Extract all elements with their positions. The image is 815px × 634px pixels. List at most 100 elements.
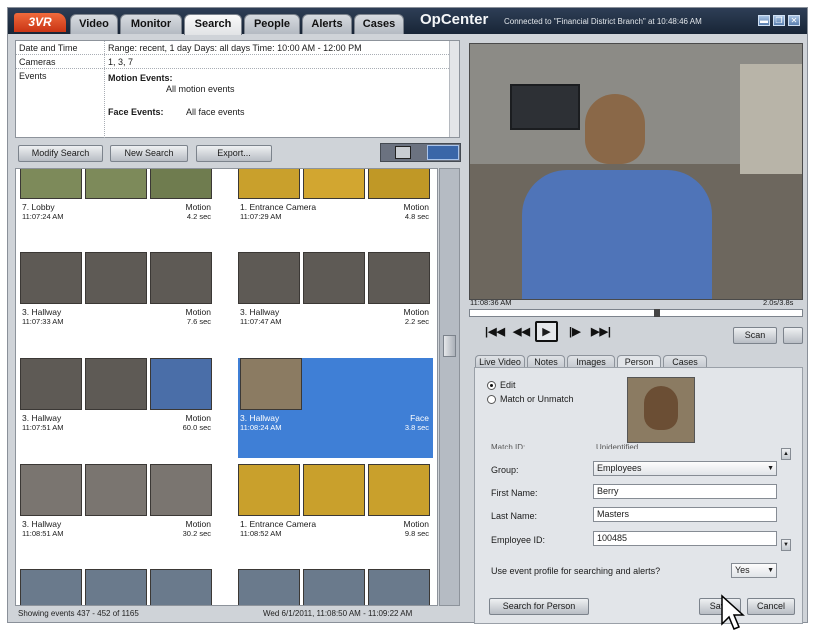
criteria-cameras-value: 1, 3, 7 <box>108 57 134 67</box>
thumbnail <box>150 169 212 199</box>
timeline-handle[interactable] <box>654 309 660 317</box>
match-radio-label: Match or Unmatch <box>500 394 574 404</box>
person-head <box>585 94 645 164</box>
tab-search[interactable]: Search <box>184 14 242 35</box>
results-count: Showing events 437 - 452 of 1165 <box>18 609 139 618</box>
tile-location: 3. Hallway <box>22 413 62 423</box>
result-tile[interactable]: 3. Hallway Motion 11:07:47 AM 2.2 sec <box>238 252 433 352</box>
close-icon[interactable]: ✕ <box>788 15 800 26</box>
tile-event-type: Motion <box>403 519 429 529</box>
tile-location: 7. Lobby <box>22 202 55 212</box>
person-face-image <box>627 377 695 443</box>
tile-location: 3. Hallway <box>240 307 280 317</box>
tile-time: 11:07:29 AM <box>240 212 282 221</box>
criteria-date-value: Range: recent, 1 day Days: all days Time… <box>108 43 362 53</box>
grid-view-icon[interactable] <box>427 145 459 160</box>
play-icon[interactable]: ▶ <box>535 321 558 342</box>
tile-duration: 60.0 sec <box>182 423 211 432</box>
result-tile[interactable]: 7. Lobby Motion 11:07:24 AM 4.2 sec <box>20 169 215 247</box>
tab-video[interactable]: Video <box>70 14 118 34</box>
app-title: OpCenter <box>420 11 489 28</box>
tile-duration: 7.6 sec <box>186 317 211 326</box>
thumbnail <box>368 252 430 304</box>
view-toggle[interactable] <box>380 143 461 162</box>
form-scroll-up-icon[interactable]: ▲ <box>781 448 791 460</box>
match-id-value: Unidentified <box>596 443 639 449</box>
modify-search-button[interactable]: Modify Search <box>18 145 103 162</box>
cancel-button[interactable]: Cancel <box>747 598 795 615</box>
thumbnail <box>150 464 212 516</box>
thumbnail <box>150 358 212 410</box>
result-tile[interactable]: 3. Hallway Motion 11:07:51 AM 60.0 sec <box>20 358 215 458</box>
tab-alerts[interactable]: Alerts <box>302 14 352 34</box>
monitor-left <box>510 84 580 130</box>
tile-time: 11:08:51 AM <box>22 529 64 538</box>
skip-end-icon[interactable]: ▶▶| <box>591 325 611 338</box>
result-tile[interactable]: 1. Entrance Camera Motion 11:07:29 AM 4.… <box>238 169 433 247</box>
rewind-icon[interactable]: ◀◀ <box>513 325 530 338</box>
step-forward-icon[interactable]: |▶ <box>569 325 581 338</box>
large-view-icon[interactable] <box>395 146 411 159</box>
tab-monitor[interactable]: Monitor <box>120 14 182 34</box>
skip-start-icon[interactable]: |◀◀ <box>485 325 505 338</box>
match-radio[interactable] <box>487 395 496 404</box>
face-shape <box>644 386 678 430</box>
employee-id-label: Employee ID: <box>491 535 546 545</box>
form-scroll-down-icon[interactable]: ▼ <box>781 539 791 551</box>
new-search-button[interactable]: New Search <box>110 145 188 162</box>
result-tile[interactable]: 3. Hallway Motion 11:08:51 AM 30.2 sec <box>20 464 215 564</box>
connection-status: Connected to "Financial District Branch"… <box>504 17 702 26</box>
tile-duration: 4.8 sec <box>404 212 429 221</box>
thumbnail <box>303 464 365 516</box>
timeline-track[interactable] <box>469 309 803 317</box>
thumbnail <box>368 169 430 199</box>
first-name-field[interactable]: Berry <box>593 484 777 499</box>
tile-duration: 4.2 sec <box>186 212 211 221</box>
tile-event-type: Motion <box>185 202 211 212</box>
edit-radio[interactable] <box>487 381 496 390</box>
search-for-person-button[interactable]: Search for Person <box>489 598 589 615</box>
result-tile[interactable] <box>20 569 215 605</box>
tile-location: 3. Hallway <box>22 519 62 529</box>
mouse-pointer-icon <box>721 594 745 630</box>
result-tile[interactable]: 1. Entrance Camera Motion 11:08:52 AM 9.… <box>238 464 433 564</box>
tab-people[interactable]: People <box>244 14 300 34</box>
tile-event-type: Motion <box>185 307 211 317</box>
results-scrollbar[interactable] <box>439 168 460 606</box>
result-tile[interactable] <box>238 569 433 605</box>
minimize-icon[interactable]: ▬ <box>758 15 770 26</box>
first-name-label: First Name: <box>491 488 538 498</box>
thumbnail <box>20 358 82 410</box>
group-select[interactable]: Employees ▼ <box>593 461 777 476</box>
results-grid: 7. Lobby Motion 11:07:24 AM 4.2 sec 1. E… <box>15 168 438 606</box>
tab-cases[interactable]: Cases <box>354 14 404 34</box>
tile-location: 3. Hallway <box>240 413 280 423</box>
thumbnail <box>238 464 300 516</box>
criteria-row-date: Date and Time Range: recent, 1 day Days:… <box>16 41 449 55</box>
employee-id-field[interactable]: 100485 <box>593 531 777 546</box>
criteria-scrollbar[interactable] <box>449 41 459 137</box>
video-frame[interactable] <box>469 43 803 300</box>
scan-button[interactable]: Scan <box>733 327 777 344</box>
result-tile-selected[interactable]: 3. Hallway Face 11:08:24 AM 3.8 sec <box>238 358 433 458</box>
result-tile[interactable]: 3. Hallway Motion 11:07:33 AM 7.6 sec <box>20 252 215 352</box>
restore-icon[interactable]: ❐ <box>773 15 785 26</box>
thumbnail <box>150 569 212 605</box>
tile-time: 11:07:51 AM <box>22 423 64 432</box>
expand-button[interactable] <box>783 327 803 344</box>
tile-event-type: Motion <box>185 413 211 423</box>
export-button[interactable]: Export... <box>196 145 272 162</box>
last-name-field[interactable]: Masters <box>593 507 777 522</box>
thumbnail <box>303 569 365 605</box>
tile-duration: 2.2 sec <box>404 317 429 326</box>
timeline-time: 11:08:36 AM <box>470 298 512 307</box>
tile-duration: 30.2 sec <box>182 529 211 538</box>
tile-event-type: Face <box>410 413 429 423</box>
edit-radio-label: Edit <box>500 380 516 390</box>
scrollbar-thumb[interactable] <box>443 335 456 357</box>
search-criteria-panel: Date and Time Range: recent, 1 day Days:… <box>15 40 460 138</box>
tile-location: 1. Entrance Camera <box>240 519 317 529</box>
criteria-cameras-label: Cameras <box>19 57 56 67</box>
thumbnail <box>238 569 300 605</box>
event-profile-select[interactable]: Yes ▼ <box>731 563 777 578</box>
